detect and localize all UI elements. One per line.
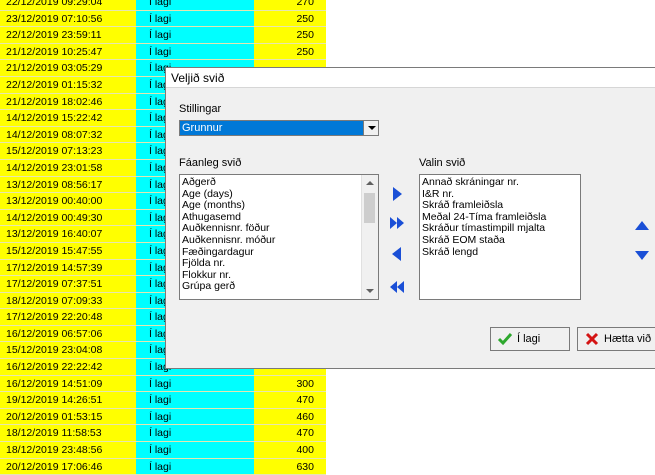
table-row[interactable]: 18/12/2019 11:58:53 Í lagi 470	[0, 425, 326, 443]
row-date: 19/12/2019 14:26:51	[0, 392, 130, 409]
settings-select[interactable]: Grunnur	[179, 120, 379, 136]
row-value: 270	[254, 0, 326, 11]
row-value: 460	[254, 408, 326, 426]
table-row[interactable]: 19/12/2019 14:26:51 Í lagi 470	[0, 392, 326, 409]
row-date: 13/12/2019 16:40:07	[0, 226, 130, 243]
available-fields-label: Fáanleg svið	[179, 157, 242, 169]
chosen-fields-list[interactable]: Annað skráningar nr. I&R nr. Skráð framlei…	[419, 174, 581, 300]
add-all-fields-button[interactable]	[389, 215, 405, 231]
row-value: 470	[254, 425, 326, 443]
row-value: 250	[254, 27, 326, 44]
remove-all-fields-button[interactable]	[389, 279, 405, 295]
row-date: 13/12/2019 00:40:00	[0, 193, 130, 210]
row-status: Í lagi	[136, 0, 254, 11]
row-date: 23/12/2019 07:10:56	[0, 10, 130, 28]
table-row[interactable]: 22/12/2019 09:29:04 Í lagi 270	[0, 0, 326, 11]
row-value: 300	[254, 375, 326, 393]
arrow-up-icon	[635, 221, 649, 230]
checkmark-icon	[497, 333, 513, 346]
scroll-thumb[interactable]	[364, 193, 375, 223]
table-row[interactable]: 20/12/2019 17:06:46 Í lagi 630	[0, 458, 326, 475]
move-down-button[interactable]	[634, 247, 650, 263]
move-up-button[interactable]	[634, 218, 650, 234]
scroll-up-icon[interactable]	[366, 181, 374, 185]
row-date: 16/12/2019 14:51:09	[0, 375, 130, 393]
row-date: 20/12/2019 17:06:46	[0, 458, 130, 475]
row-date: 16/12/2019 06:57:06	[0, 325, 130, 343]
arrow-right-icon	[393, 187, 402, 201]
row-date: 13/12/2019 08:56:17	[0, 176, 130, 194]
list-item[interactable]: Aðgerð	[180, 176, 360, 189]
list-item[interactable]: Skráð lengd	[420, 246, 546, 259]
cancel-button-label: Hætta við	[604, 333, 652, 345]
ok-button-label: Í lagi	[517, 333, 541, 345]
table-row[interactable]: 22/12/2019 23:59:11 Í lagi 250	[0, 27, 326, 44]
row-status: Í lagi	[136, 442, 254, 459]
list-item[interactable]: Grúpa gerð	[180, 281, 360, 293]
row-status: Í lagi	[136, 458, 254, 475]
list-item[interactable]: Auðkennisnr. móður	[180, 234, 360, 247]
double-arrow-left-icon	[390, 281, 404, 293]
row-date: 22/12/2019 09:29:04	[0, 0, 130, 11]
table-row[interactable]: 23/12/2019 07:10:56 Í lagi 250	[0, 10, 326, 28]
row-status: Í lagi	[136, 27, 254, 44]
row-date: 18/12/2019 23:48:56	[0, 442, 130, 459]
x-icon	[585, 332, 599, 346]
chevron-down-icon[interactable]	[363, 121, 378, 135]
arrow-left-icon	[392, 247, 401, 261]
row-value: 250	[254, 43, 326, 61]
row-date: 16/12/2019 22:22:42	[0, 359, 130, 376]
row-status: Í lagi	[136, 408, 254, 426]
row-status: Í lagi	[136, 392, 254, 409]
row-date: 14/12/2019 08:07:32	[0, 126, 130, 144]
add-field-button[interactable]	[389, 186, 405, 202]
row-status: Í lagi	[136, 375, 254, 393]
available-fields-list[interactable]: Aðgerð Age (days) Age (months) Athugasemd Au…	[179, 174, 379, 300]
available-fields-scrollbar[interactable]	[361, 175, 378, 299]
dialog-title: Veljið svið	[166, 68, 655, 88]
row-value: 470	[254, 392, 326, 409]
row-date: 17/12/2019 22:20:48	[0, 309, 130, 326]
settings-label: Stillingar	[179, 103, 222, 115]
row-status: Í lagi	[136, 43, 254, 61]
ok-button[interactable]: Í lagi	[490, 327, 570, 351]
row-date: 22/12/2019 23:59:11	[0, 27, 130, 44]
list-item[interactable]: Fjölda nr.	[180, 258, 360, 270]
chosen-fields-label: Valin svið	[419, 157, 466, 169]
row-value: 400	[254, 442, 326, 459]
list-item[interactable]: Annað skráningar nr.	[420, 176, 546, 189]
row-date: 22/12/2019 01:15:32	[0, 76, 130, 94]
row-date: 21/12/2019 18:02:46	[0, 93, 130, 111]
row-date: 14/12/2019 00:49:30	[0, 209, 130, 227]
row-date: 14/12/2019 15:22:42	[0, 110, 130, 127]
row-date: 15/12/2019 23:04:08	[0, 342, 130, 360]
row-date: 17/12/2019 07:37:51	[0, 276, 130, 293]
table-row[interactable]: 16/12/2019 14:51:09 Í lagi 300	[0, 375, 326, 393]
table-row[interactable]: 20/12/2019 01:53:15 Í lagi 460	[0, 408, 326, 426]
arrow-down-icon	[635, 251, 649, 260]
row-date: 15/12/2019 07:13:23	[0, 143, 130, 160]
remove-field-button[interactable]	[389, 246, 405, 262]
row-value: 250	[254, 10, 326, 28]
table-row[interactable]: 18/12/2019 23:48:56 Í lagi 400	[0, 442, 326, 459]
row-date: 20/12/2019 01:53:15	[0, 408, 130, 426]
row-date: 21/12/2019 10:25:47	[0, 43, 130, 61]
row-value: 630	[254, 458, 326, 475]
row-date: 18/12/2019 11:58:53	[0, 425, 130, 443]
row-date: 15/12/2019 15:47:55	[0, 242, 130, 260]
settings-select-value: Grunnur	[182, 122, 223, 134]
table-row[interactable]: 21/12/2019 10:25:47 Í lagi 250	[0, 43, 326, 61]
cancel-button[interactable]: Hætta við	[577, 327, 655, 351]
row-status: Í lagi	[136, 425, 254, 443]
double-arrow-right-icon	[390, 217, 404, 229]
select-fields-dialog: Veljið svið Stillingar Grunnur Fáanleg s…	[165, 67, 655, 369]
row-date: 21/12/2019 03:05:29	[0, 60, 130, 77]
scroll-down-icon[interactable]	[366, 289, 374, 293]
row-date: 14/12/2019 23:01:58	[0, 159, 130, 177]
row-date: 17/12/2019 14:57:39	[0, 259, 130, 277]
row-status: Í lagi	[136, 10, 254, 28]
list-item[interactable]: Skráð EOM staða	[420, 234, 546, 247]
row-date: 18/12/2019 07:09:33	[0, 292, 130, 310]
